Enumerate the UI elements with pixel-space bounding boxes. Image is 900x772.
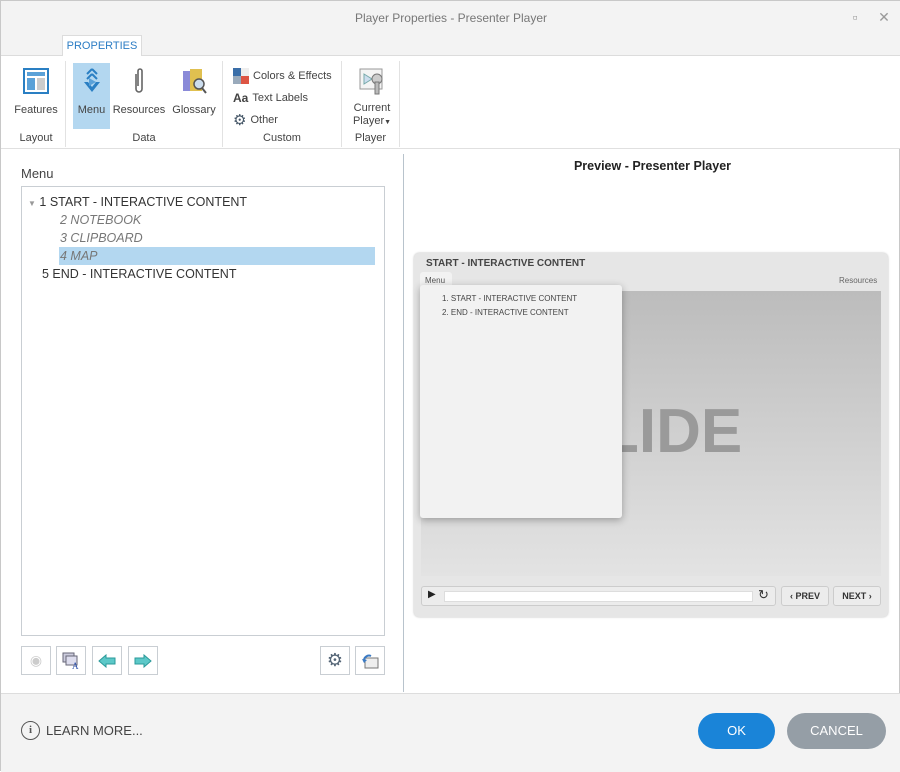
other-button[interactable]: ⚙ Other	[233, 111, 278, 129]
reset-icon	[362, 654, 379, 668]
player-menu-item[interactable]: 1. START - INTERACTIVE CONTENT	[442, 294, 577, 303]
tab-properties[interactable]: PROPERTIES	[62, 35, 142, 57]
tree-item[interactable]: 3 CLIPBOARD	[60, 229, 143, 247]
glossary-label: Glossary	[172, 104, 216, 116]
close-icon[interactable]: ✕	[877, 10, 891, 24]
arrow-left-icon	[98, 653, 116, 668]
group-player: Player	[354, 132, 387, 144]
visibility-button[interactable]: ◉	[21, 646, 51, 675]
move-right-button[interactable]	[128, 646, 158, 675]
maximize-icon[interactable]: ▫	[848, 10, 862, 24]
tree-item[interactable]: 2 NOTEBOOK	[60, 211, 141, 229]
settings-button[interactable]: ⚙	[320, 646, 350, 675]
layout-icon	[21, 66, 51, 96]
text-labels-icon: Aa	[233, 91, 249, 105]
menu-tree: ▼ 1 START - INTERACTIVE CONTENT 2 NOTEBO…	[21, 186, 385, 636]
next-button[interactable]: NEXT ›	[833, 586, 881, 606]
group-data: Data	[132, 132, 156, 144]
seek-bar[interactable]	[444, 591, 753, 602]
info-icon: i	[21, 721, 40, 740]
player-wrench-icon	[357, 66, 387, 96]
window-title: Player Properties - Presenter Player	[354, 11, 548, 25]
ok-button[interactable]: OK	[698, 713, 775, 749]
other-label: Other	[250, 114, 278, 126]
rename-button[interactable]: A	[56, 646, 86, 675]
dropdown-arrow-icon: ▼	[384, 119, 392, 126]
svg-text:A: A	[72, 661, 79, 670]
cancel-button[interactable]: CANCEL	[787, 713, 886, 749]
gear-icon: ⚙	[233, 112, 247, 129]
text-labels-label: Text Labels	[252, 92, 308, 104]
resources-tab[interactable]: Resources	[839, 276, 877, 285]
group-custom: Custom	[263, 132, 301, 144]
play-icon[interactable]: ▶	[428, 589, 436, 600]
arrow-right-icon	[134, 653, 152, 668]
next-label: NEXT	[842, 591, 867, 601]
learn-more-link[interactable]: i LEARN MORE...	[21, 721, 143, 740]
move-left-button[interactable]	[92, 646, 122, 675]
collapse-icon[interactable]: ▼	[28, 199, 36, 208]
rename-icon: A	[62, 652, 79, 670]
player-label: Player	[352, 115, 385, 127]
pane-divider[interactable]	[403, 154, 404, 692]
tree-item[interactable]: ▼ 1 START - INTERACTIVE CONTENT	[28, 193, 247, 211]
paperclip-icon	[124, 66, 154, 96]
tree-item[interactable]: 5 END - INTERACTIVE CONTENT	[42, 265, 236, 283]
tree-item-label: 1 START - INTERACTIVE CONTENT	[39, 195, 248, 209]
tree-item-selected[interactable]: 4 MAP	[59, 247, 375, 265]
slide-title: START - INTERACTIVE CONTENT	[426, 258, 586, 269]
reset-button[interactable]	[355, 646, 385, 675]
learn-more-label: LEARN MORE...	[46, 723, 143, 738]
menu-button[interactable]: Menu	[73, 63, 110, 129]
colors-icon	[233, 68, 249, 84]
resources-label: Resources	[112, 104, 166, 116]
slide-placeholder-text: LIDE	[601, 397, 743, 466]
prev-button[interactable]: ‹ PREV	[781, 586, 829, 606]
current-label: Current	[353, 102, 391, 114]
menu-icon	[77, 66, 107, 96]
player-menu-item[interactable]: 2. END - INTERACTIVE CONTENT	[442, 308, 569, 317]
replay-icon[interactable]: ↻	[758, 587, 769, 603]
colors-effects-button[interactable]: Colors & Effects	[233, 68, 332, 84]
menu-label: Menu	[77, 104, 106, 116]
prev-label: PREV	[795, 591, 820, 601]
glossary-button[interactable]: Glossary	[169, 63, 219, 129]
gear-icon: ⚙	[326, 650, 344, 670]
glossary-icon	[179, 66, 209, 96]
chevron-right-icon: ›	[866, 591, 872, 601]
player-menu-panel: 1. START - INTERACTIVE CONTENT 2. END - …	[420, 285, 622, 518]
current-player-button[interactable]: Current Player▼	[347, 63, 397, 129]
text-labels-button[interactable]: Aa Text Labels	[233, 91, 308, 105]
features-label: Features	[14, 104, 58, 116]
features-button[interactable]: Features	[11, 63, 61, 129]
preview-title: Preview - Presenter Player	[573, 159, 732, 173]
separator	[399, 61, 400, 147]
group-layout: Layout	[19, 132, 53, 144]
menu-panel-label: Menu	[21, 166, 54, 181]
resources-button[interactable]: Resources	[112, 63, 166, 129]
eye-icon: ◉	[29, 652, 43, 668]
colors-effects-label: Colors & Effects	[253, 70, 332, 82]
